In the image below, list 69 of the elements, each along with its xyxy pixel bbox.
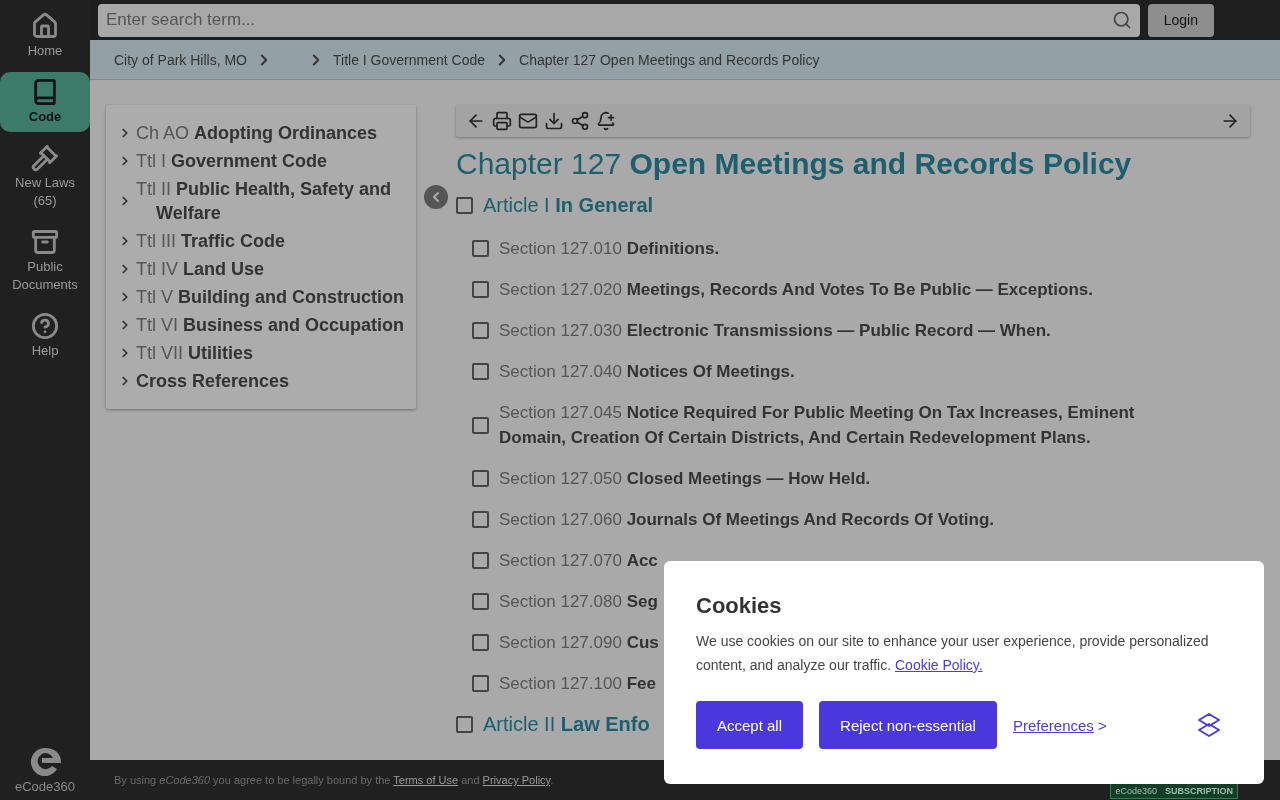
checkbox[interactable] bbox=[456, 716, 473, 733]
nav-item[interactable]: Help bbox=[0, 306, 90, 366]
home-icon bbox=[31, 12, 59, 40]
bell-icon[interactable] bbox=[596, 111, 616, 131]
section-link[interactable]: Section 127.100 Fee bbox=[499, 671, 656, 696]
toc-item[interactable]: Ttl II Public Health, Safety and Welfare bbox=[118, 175, 406, 227]
printer-icon[interactable] bbox=[492, 111, 512, 131]
article-link[interactable]: Article I In General bbox=[483, 193, 654, 218]
download-icon[interactable] bbox=[544, 111, 564, 131]
checkbox[interactable] bbox=[472, 552, 489, 569]
section-link[interactable]: Section 127.020 Meetings, Records And Votes To Be Public — Exceptions. bbox=[499, 277, 1093, 302]
section-link[interactable]: Section 127.050 Closed Meetings — How Held. bbox=[499, 466, 871, 491]
breadcrumb-link[interactable]: City of Park Hills, MO bbox=[114, 51, 247, 68]
section-link[interactable]: Section 127.060 Journals Of Meetings And Records Of Voting. bbox=[499, 507, 995, 532]
checkbox[interactable] bbox=[456, 197, 473, 214]
checkbox[interactable] bbox=[472, 511, 489, 528]
toc-item[interactable]: Ttl V Building and Construction bbox=[118, 283, 406, 311]
checkbox[interactable] bbox=[472, 281, 489, 298]
checkbox[interactable] bbox=[472, 470, 489, 487]
section-link[interactable]: Section 127.045 Notice Required For Public Meeting On Tax Increases, Eminent Domain, Creation Of Certain Districts, And Certain Redevelopment Plans. bbox=[499, 400, 1189, 450]
section-link[interactable]: Section 127.040 Notices Of Meetings. bbox=[499, 359, 795, 384]
help-icon bbox=[31, 312, 59, 340]
preferences-link[interactable]: Preferences > bbox=[1012, 716, 1107, 734]
logo-icon bbox=[1196, 712, 1222, 738]
search-field[interactable]: Enter search term... bbox=[98, 3, 1140, 37]
dialog-text: We use cookies on our site to enhance your user experience, provide personalized content, and analyze our traffic. Cookie Policy. bbox=[696, 632, 1210, 675]
logo-icon bbox=[28, 745, 62, 779]
archive-icon bbox=[31, 228, 59, 256]
checkbox[interactable] bbox=[472, 634, 489, 651]
article-link[interactable]: Article II Law Enfo bbox=[483, 712, 650, 737]
toc-item[interactable]: Ttl III Traffic Code bbox=[118, 227, 406, 255]
section-link[interactable]: Section 127.010 Definitions. bbox=[499, 236, 720, 261]
checkbox[interactable] bbox=[472, 416, 489, 434]
checkbox[interactable] bbox=[472, 322, 489, 339]
nav-item[interactable]: New Laws (65) bbox=[0, 138, 90, 216]
toc-item[interactable]: Ttl I Government Code bbox=[118, 147, 406, 175]
login-button[interactable]: Login bbox=[1147, 3, 1214, 37]
section-link[interactable]: Section 127.090 Cus bbox=[499, 630, 659, 655]
checkbox[interactable] bbox=[472, 240, 489, 257]
toc-item[interactable]: Ttl VII Utilities bbox=[118, 339, 406, 367]
toc-item[interactable]: Ch AO Adopting Ordinances bbox=[118, 119, 406, 147]
chapter-title: Chapter 127 Open Meetings and Records Policy bbox=[456, 147, 1133, 181]
section-link[interactable]: Section 127.070 Acc bbox=[499, 548, 658, 573]
brand-name: eCode360 bbox=[15, 779, 75, 794]
nav-item[interactable]: Home bbox=[0, 6, 90, 66]
toc-item[interactable]: Ttl IV Land Use bbox=[118, 255, 406, 283]
reject-button[interactable]: Reject non-essential bbox=[819, 701, 997, 749]
breadcrumb-link[interactable]: Chapter 127 Open Meetings and Records Policy bbox=[519, 51, 820, 68]
search-icon[interactable] bbox=[1111, 9, 1132, 30]
mail-icon[interactable] bbox=[518, 111, 538, 131]
accept-button[interactable]: Accept all bbox=[696, 701, 804, 749]
toc-item[interactable]: Ttl VI Business and Occupation bbox=[118, 311, 406, 339]
breadcrumb-link[interactable]: Title I Government Code bbox=[333, 51, 485, 68]
checkbox[interactable] bbox=[472, 363, 489, 380]
terms-link[interactable]: Terms of Use bbox=[393, 774, 459, 786]
footer-text: By using eCode360 you agree to be legally bound by the Terms of Use and Privacy Policy. bbox=[114, 774, 554, 786]
section-link[interactable]: Section 127.080 Seg bbox=[499, 589, 658, 614]
book-icon bbox=[31, 78, 59, 106]
checkbox[interactable] bbox=[472, 675, 489, 692]
collapse-button[interactable] bbox=[424, 185, 448, 209]
nav-item[interactable]: Code bbox=[0, 72, 90, 132]
checkbox[interactable] bbox=[472, 593, 489, 610]
toc-item[interactable]: Cross References bbox=[118, 367, 406, 395]
section-link[interactable]: Section 127.030 Electronic Transmissions — Public Record — When. bbox=[499, 318, 1051, 343]
dialog-title: Cookies bbox=[696, 593, 783, 619]
nav-item[interactable]: Public Documents bbox=[0, 222, 90, 300]
share-icon[interactable] bbox=[570, 111, 590, 131]
cookie-policy-link[interactable]: Cookie Policy. bbox=[895, 657, 983, 673]
gavel-icon bbox=[31, 144, 59, 172]
